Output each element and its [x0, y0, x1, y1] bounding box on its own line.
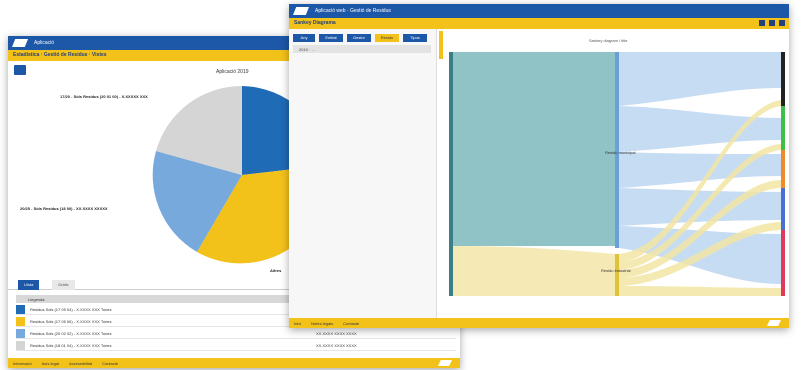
brand-logo-icon: [293, 7, 309, 15]
legend-value: XX.XXXX XXXX XXXX: [316, 343, 357, 348]
footer-bar: Informació Avís legal Accessibilitat Con…: [8, 358, 460, 368]
filter-sidebar: Any Entitat Gestor Residu Tipus 2019 · .…: [289, 29, 437, 318]
legend-label: Residus Sòls (20 02 02) - X.XXXX XXX Ton…: [30, 331, 112, 336]
footer-link[interactable]: Informació: [13, 361, 32, 366]
legend-label: Residus Sòls (17 05 04) - X.XXXX XXX Ton…: [30, 307, 112, 312]
menu-toggle-button[interactable]: [14, 65, 26, 75]
toolbar-icons: [759, 20, 785, 26]
brand-logo-icon: [12, 39, 28, 47]
filter-button[interactable]: Gestor: [347, 34, 371, 42]
sankey-node-target[interactable]: [781, 230, 785, 296]
pie-label-top-left: 17/20 - Sòls Residus (20 01 00) - X.XXXX…: [60, 94, 148, 99]
legend-swatch: [16, 329, 25, 338]
sankey-flow[interactable]: [453, 52, 615, 246]
legend-label: Residus Sòls (17 05 06) - X.XXXX XXX Ton…: [30, 319, 112, 324]
pie-label-bottom-right: Altres: [270, 268, 282, 273]
tab-chart[interactable]: Gràfic: [52, 280, 75, 290]
sankey-flow[interactable]: [453, 246, 615, 296]
tab-list[interactable]: Llista: [18, 280, 40, 290]
app-topbar: Aplicació web · Gestió de Residus: [289, 4, 789, 18]
sankey-title: Sankey diagram / title: [589, 38, 628, 43]
settings-icon[interactable]: [759, 20, 765, 26]
footer-link[interactable]: Avís legal: [42, 361, 59, 366]
filter-button-selected[interactable]: Residu: [375, 34, 399, 42]
download-icon[interactable]: [769, 20, 775, 26]
legend-row[interactable]: Residus Sòls (18 01 04) - X.XXXX XXX Ton…: [16, 340, 456, 351]
filter-button[interactable]: Any: [293, 34, 315, 42]
chart-title: Aplicació 2019: [216, 69, 249, 75]
pie-label-left: 20/25 - Sòls Residus (18 00) - XX.XXXX X…: [20, 206, 108, 211]
legend-swatch: [16, 305, 25, 314]
legend-swatch: [16, 341, 25, 350]
filter-button[interactable]: Tipus: [403, 34, 427, 42]
sidebar-scrollbar[interactable]: [439, 31, 443, 59]
sankey-node-target[interactable]: [781, 150, 785, 188]
legend-swatch: [16, 317, 25, 326]
sankey-flow[interactable]: [619, 52, 781, 106]
sankey-flow[interactable]: [619, 286, 781, 296]
topbar-app-link[interactable]: Aplicació: [34, 40, 54, 46]
sankey-node-mid[interactable]: [615, 254, 619, 296]
footer-bar: Inici Notes legals Contacte: [289, 318, 789, 328]
footer-link[interactable]: Inici: [294, 321, 301, 326]
footer-link[interactable]: Contacte: [102, 361, 118, 366]
sankey-node-label: Residu industrial: [601, 268, 631, 273]
footer-link[interactable]: Accessibilitat: [69, 361, 92, 366]
footer-link[interactable]: Contacte: [343, 321, 359, 326]
sankey-node-target[interactable]: [781, 106, 785, 150]
sankey-window: Aplicació web · Gestió de Residus Sankey…: [289, 4, 789, 328]
filter-dropdown[interactable]: 2019 · ...: [293, 45, 431, 53]
legend-label: Residus Sòls (18 01 04) - X.XXXX XXX Ton…: [30, 343, 112, 348]
page-title: Sankey Diagrama: [289, 18, 789, 29]
sankey-node-target[interactable]: [781, 52, 785, 106]
topbar-app-link[interactable]: Aplicació web · Gestió de Residus: [315, 8, 391, 14]
filter-button[interactable]: Entitat: [319, 34, 343, 42]
sankey-node-label: Residu municipal: [605, 150, 636, 155]
legend-value: XX.XXXX XXXX XXXX: [316, 331, 357, 336]
legend-row[interactable]: Residus Sòls (20 02 02) - X.XXXX XXX Ton…: [16, 328, 456, 339]
fullscreen-icon[interactable]: [779, 20, 785, 26]
sankey-node-target[interactable]: [781, 188, 785, 230]
sankey-node-source[interactable]: [449, 52, 453, 296]
footer-link[interactable]: Notes legals: [311, 321, 333, 326]
